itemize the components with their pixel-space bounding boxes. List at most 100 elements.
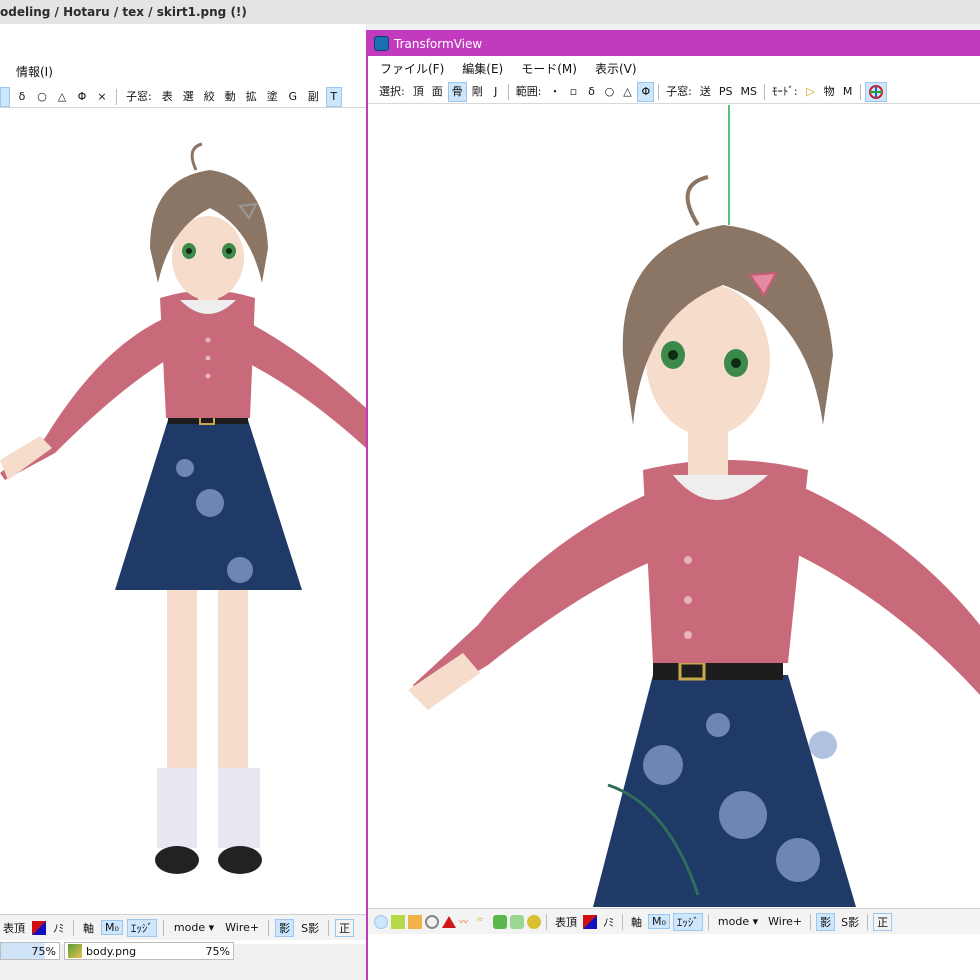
ortho-button[interactable]: 正	[335, 918, 355, 937]
menu-view[interactable]: 表示(V)	[595, 60, 637, 77]
menu-info[interactable]: 情報(I)	[16, 65, 53, 79]
bottom-separator	[810, 913, 812, 930]
select-bone-button[interactable]: 骨	[447, 81, 467, 102]
triangle-icon[interactable]	[442, 915, 456, 928]
toolbar-separator	[763, 83, 765, 100]
color-swatch-icon[interactable]	[583, 914, 597, 929]
range-phi-button[interactable]: Φ	[74, 87, 90, 107]
character-model-closeup	[408, 105, 980, 907]
file-name: body.png	[86, 944, 137, 958]
transform-view-window: TransformView ファイル(F) 編集(E) モード(M) 表示(V)…	[366, 30, 980, 980]
menu-edit[interactable]: 編集(E)	[462, 60, 503, 77]
bottom-separator	[622, 913, 623, 930]
axis-button[interactable]: 軸	[628, 914, 645, 930]
range-delta-button[interactable]: δ	[583, 82, 599, 102]
cube-icon[interactable]	[408, 914, 422, 929]
toolbar-separator	[658, 83, 660, 100]
edge-button[interactable]: ｴｯｼﾞ	[126, 918, 157, 937]
mode-label: mode	[717, 915, 750, 928]
capsule-icon[interactable]	[493, 914, 507, 929]
bottom-separator	[73, 919, 74, 936]
squiggle-icon[interactable]: ≈	[476, 915, 490, 929]
select-joint-button[interactable]: J	[488, 82, 504, 102]
m-button[interactable]: M	[840, 82, 856, 102]
axis-button[interactable]: 軸	[80, 920, 97, 936]
left-3d-viewport[interactable]	[0, 108, 366, 914]
file-tab[interactable]: body.png 75%	[64, 942, 234, 960]
child-ps-button[interactable]: PS	[716, 82, 736, 102]
joint-icon[interactable]	[510, 914, 524, 929]
child-scale-button[interactable]: 拡	[243, 87, 260, 107]
child-t-button[interactable]: T	[325, 86, 342, 107]
range-circle-button[interactable]: ○	[601, 82, 617, 102]
left-menubar: 情報(I)	[0, 62, 366, 82]
wave-icon[interactable]: 〰	[459, 915, 473, 929]
range-delta-button[interactable]: δ	[14, 87, 30, 107]
child-move-button[interactable]: 動	[222, 87, 239, 107]
toolbar-separator	[116, 88, 117, 105]
zoom-left: 75%	[0, 942, 60, 960]
sphere-icon[interactable]	[374, 914, 388, 929]
mmb-toggle-icon[interactable]: M₀	[648, 914, 670, 929]
range-triangle-button[interactable]: △	[54, 87, 70, 107]
wire-button[interactable]: Wire+	[222, 921, 262, 934]
child-table-button[interactable]: 表	[159, 87, 176, 107]
transform-view-titlebar[interactable]: TransformView	[368, 32, 980, 56]
bottom-separator	[867, 913, 869, 930]
range-phi-button[interactable]: Φ	[637, 81, 655, 102]
s-shadow-button[interactable]: S影	[298, 920, 322, 936]
target-button[interactable]	[864, 81, 887, 102]
child-sub-button[interactable]: 副	[305, 87, 322, 107]
play-button[interactable]: ▷	[803, 82, 819, 102]
range-triangle-button[interactable]: △	[619, 82, 635, 102]
menu-mode[interactable]: モード(M)	[521, 60, 577, 77]
range-label: 範囲:	[515, 84, 542, 98]
range-square-button[interactable]: ▫	[565, 82, 581, 102]
status-strip: 75% body.png 75%	[0, 940, 240, 962]
select-rigid-button[interactable]: 剛	[469, 82, 486, 102]
zoom-right: 75%	[205, 944, 230, 958]
mode-dropdown[interactable]: mode ▾	[170, 921, 218, 934]
circle-icon[interactable]	[425, 914, 439, 929]
shadow-button[interactable]: 影	[275, 918, 295, 937]
shadow-button[interactable]: 影	[816, 912, 836, 931]
mode-dropdown[interactable]: mode ▾	[714, 915, 762, 928]
caret-down-icon: ▾	[752, 915, 759, 928]
select-face-button[interactable]: 面	[429, 82, 446, 102]
range-circle-button[interactable]: ○	[34, 87, 50, 107]
normal-button[interactable]: ﾉﾐ	[600, 914, 617, 930]
ortho-button[interactable]: 正	[873, 912, 893, 931]
bottom-separator	[546, 913, 547, 930]
range-dot-button[interactable]: ・	[546, 82, 563, 102]
physics-button[interactable]: 物	[821, 82, 838, 102]
child-window-label: 子窓:	[666, 84, 692, 98]
transform-3d-viewport[interactable]	[368, 105, 980, 907]
toolbar-separator	[859, 83, 861, 100]
left-toolbar: δ ○ △ Φ × 子窓: 表 選 絞 動 拡 塗 G 副 T	[0, 86, 366, 108]
child-ms-button[interactable]: MS	[737, 82, 759, 102]
grass-icon[interactable]	[391, 914, 405, 929]
ball-icon[interactable]	[527, 914, 541, 929]
child-g-button[interactable]: G	[285, 87, 301, 107]
bottom-separator	[707, 913, 709, 930]
select-vertex-button[interactable]: 頂	[410, 82, 427, 102]
child-send-button[interactable]: 送	[697, 82, 714, 102]
toolbar-partial-button[interactable]	[0, 86, 10, 107]
color-swatch-icon[interactable]	[32, 920, 46, 935]
left-bottom-toolbar: 表頂 ﾉﾐ 軸 M₀ ｴｯｼﾞ mode ▾ Wire+ 影 S影 正	[0, 914, 366, 940]
range-x-button[interactable]: ×	[94, 87, 110, 107]
bottom-separator	[328, 919, 330, 936]
child-filter-button[interactable]: 絞	[201, 87, 218, 107]
vertex-display-button[interactable]: 表頂	[552, 914, 580, 930]
child-select-button[interactable]: 選	[180, 87, 197, 107]
vertex-display-button[interactable]: 表頂	[0, 920, 28, 936]
caret-down-icon: ▾	[208, 921, 215, 934]
child-paint-button[interactable]: 塗	[264, 87, 281, 107]
transform-bottom-toolbar: 〰 ≈ 表頂 ﾉﾐ 軸 M₀ ｴｯｼﾞ mode ▾ Wire+ 影 S影 正	[368, 908, 980, 934]
edge-button[interactable]: ｴｯｼﾞ	[672, 912, 703, 931]
mmb-toggle-icon[interactable]: M₀	[101, 920, 123, 935]
wire-button[interactable]: Wire+	[765, 915, 805, 928]
menu-file[interactable]: ファイル(F)	[380, 60, 444, 77]
normal-button[interactable]: ﾉﾐ	[50, 920, 67, 936]
s-shadow-button[interactable]: S影	[838, 914, 862, 930]
